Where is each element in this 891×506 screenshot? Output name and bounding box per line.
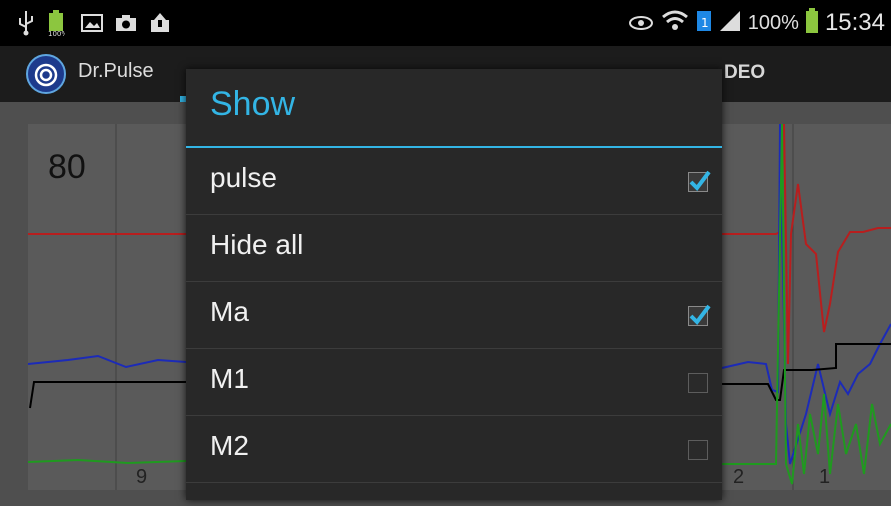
upload-icon — [148, 8, 172, 38]
option-m2[interactable]: M2 — [186, 416, 722, 483]
graph-tick-label: 1 — [819, 466, 831, 488]
battery-charging-icon: 100% — [46, 8, 66, 38]
battery-icon — [805, 8, 819, 38]
checkbox-unchecked[interactable] — [688, 440, 708, 460]
series-blue-line — [721, 124, 891, 465]
checkbox-unchecked[interactable] — [688, 373, 708, 393]
series-green-line — [722, 124, 891, 485]
graph-tick-label: 2 — [733, 466, 745, 488]
app-logo-icon[interactable] — [26, 54, 66, 94]
status-bar: 100% 1 100% 15:34 — [0, 0, 891, 46]
eye-icon — [628, 11, 654, 35]
graph-value-label: 80 — [48, 148, 86, 186]
option-hide-all[interactable]: Hide all — [186, 215, 722, 282]
option-label: Hide all — [210, 229, 304, 260]
option-label: pulse — [210, 162, 277, 193]
series-red-line — [722, 124, 891, 365]
series-blue-line — [28, 354, 187, 369]
image-icon — [80, 8, 104, 38]
usb-icon — [16, 8, 36, 38]
sim-icon: 1 — [696, 9, 712, 37]
show-dialog: Show pulse Hide all Ma M1 M2 — [186, 69, 722, 500]
svg-text:1: 1 — [701, 16, 709, 30]
clock: 15:34 — [824, 9, 885, 36]
wifi-icon — [660, 7, 690, 39]
checkbox-checked[interactable] — [688, 170, 711, 192]
dialog-title: Show — [210, 85, 296, 123]
graph-tick-label: 9 — [136, 466, 148, 488]
series-green-line — [28, 458, 187, 465]
option-ma[interactable]: Ma — [186, 282, 722, 349]
option-label: M1 — [210, 363, 249, 394]
svg-text:100%: 100% — [48, 30, 65, 37]
series-black-line — [722, 343, 891, 401]
app-title: Dr.Pulse — [78, 60, 154, 82]
option-label: M2 — [210, 430, 249, 461]
signal-icon — [718, 9, 742, 37]
option-m1[interactable]: M1 — [186, 349, 722, 416]
option-pulse[interactable]: pulse — [186, 148, 722, 215]
option-label: Ma — [210, 296, 249, 327]
battery-percent: 100% — [747, 11, 799, 34]
checkbox-checked[interactable] — [688, 304, 711, 326]
tab-video[interactable]: DEO — [724, 62, 765, 84]
camera-icon — [114, 8, 138, 38]
series-black-line — [29, 381, 186, 409]
